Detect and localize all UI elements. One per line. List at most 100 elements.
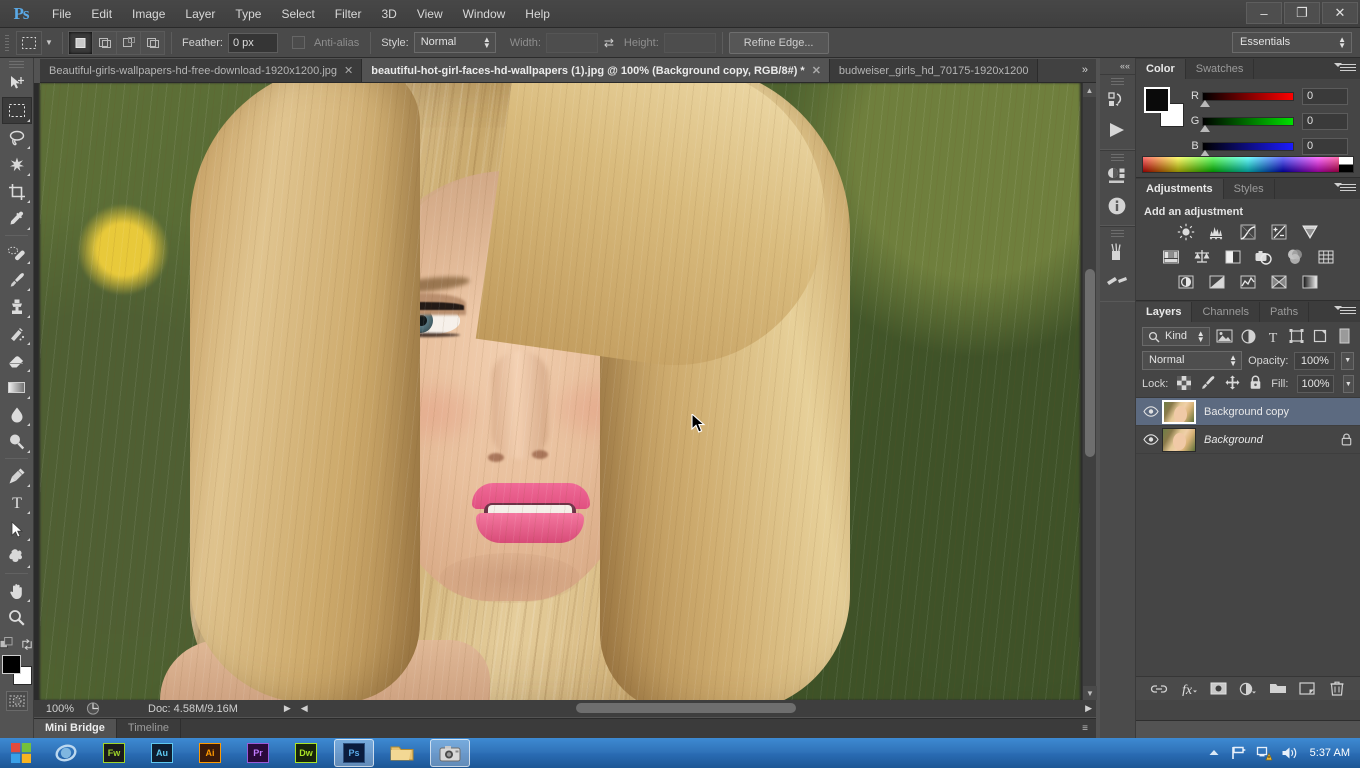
menu-3d[interactable]: 3D — [371, 2, 406, 26]
layer-row-background-copy[interactable]: Background copy — [1136, 398, 1360, 426]
taskbar-adobe-audition[interactable]: Au — [142, 739, 182, 767]
tab-adjustments[interactable]: Adjustments — [1136, 179, 1224, 199]
invert-icon[interactable] — [1175, 272, 1197, 292]
blue-value[interactable]: 0 — [1302, 137, 1348, 155]
document-tab-3[interactable]: budweiser_girls_hd_70175-1920x1200 — [829, 59, 1038, 82]
foreground-background-color-swatches[interactable] — [1, 655, 32, 685]
options-bar-grip[interactable] — [2, 32, 12, 54]
color-spectrum-ramp[interactable] — [1142, 156, 1354, 173]
panel-menu-icon[interactable] — [1334, 182, 1356, 195]
red-value[interactable]: 0 — [1302, 87, 1348, 105]
menu-select[interactable]: Select — [271, 2, 324, 26]
history-icon[interactable] — [1100, 85, 1134, 115]
subtract-from-selection-button[interactable] — [116, 30, 141, 55]
delete-layer-icon[interactable] — [1327, 679, 1347, 699]
actions-icon[interactable] — [1100, 115, 1134, 145]
layer-thumbnail[interactable] — [1162, 399, 1196, 424]
menu-image[interactable]: Image — [122, 2, 175, 26]
document-tab-2[interactable]: beautiful-hot-girl-faces-hd-wallpapers (… — [362, 59, 830, 82]
taskbar-adobe-dreamweaver[interactable]: Dw — [286, 739, 326, 767]
filter-smart-object-icon[interactable] — [1312, 327, 1330, 346]
blend-mode-select[interactable]: Normal ▲ ▼ — [1142, 351, 1243, 370]
tab-styles[interactable]: Styles — [1223, 179, 1275, 199]
hand-tool[interactable] — [2, 577, 32, 604]
network-flag-icon[interactable] — [1231, 745, 1247, 761]
gradient-map-icon[interactable] — [1299, 272, 1321, 292]
brightness-contrast-icon[interactable] — [1175, 222, 1197, 242]
fill-chevron-down-icon[interactable]: ▼ — [1342, 375, 1354, 393]
menu-help[interactable]: Help — [515, 2, 560, 26]
new-selection-button[interactable] — [68, 30, 93, 55]
hue-saturation-icon[interactable] — [1160, 247, 1182, 267]
width-input[interactable] — [545, 32, 598, 53]
scroll-up-icon[interactable]: ▲ — [1083, 83, 1096, 97]
selective-color-icon[interactable] — [1268, 272, 1290, 292]
layer-thumbnail[interactable] — [1162, 427, 1196, 452]
toolbox-grip[interactable] — [0, 58, 33, 70]
new-layer-icon[interactable] — [1297, 679, 1317, 699]
close-icon[interactable]: ✕ — [812, 64, 821, 77]
scroll-right-icon[interactable]: ▶ — [1085, 703, 1092, 714]
menu-filter[interactable]: Filter — [325, 2, 372, 26]
spot-healing-brush-tool[interactable] — [2, 239, 32, 266]
edit-in-quick-mask-mode-button[interactable] — [5, 691, 28, 711]
restore-button[interactable]: ❐ — [1284, 2, 1320, 24]
posterize-icon[interactable] — [1206, 272, 1228, 292]
horizontal-type-tool[interactable]: T — [2, 489, 32, 516]
brush-presets-icon[interactable] — [1100, 237, 1134, 267]
new-group-icon[interactable] — [1268, 679, 1288, 699]
clone-stamp-tool[interactable] — [2, 293, 32, 320]
tab-paths[interactable]: Paths — [1259, 302, 1310, 322]
tab-timeline[interactable]: Timeline — [116, 719, 182, 738]
lock-all-icon[interactable] — [1249, 375, 1262, 393]
swap-width-height-icon[interactable]: ⇄ — [598, 36, 620, 50]
history-brush-tool[interactable] — [2, 320, 32, 347]
minimize-button[interactable]: – — [1246, 2, 1282, 24]
layer-row-background[interactable]: Background — [1136, 426, 1360, 454]
taskbar-adobe-fireworks[interactable]: Fw — [94, 739, 134, 767]
threshold-icon[interactable] — [1237, 272, 1259, 292]
layer-name-background-copy[interactable]: Background copy — [1204, 406, 1354, 418]
menu-file[interactable]: File — [42, 2, 81, 26]
foreground-color-swatch[interactable] — [1144, 87, 1170, 113]
anti-alias-control[interactable]: Anti-alias — [291, 36, 364, 49]
taskbar-adobe-photoshop[interactable]: Ps — [334, 739, 374, 767]
pen-tool[interactable] — [2, 462, 32, 489]
menu-type[interactable]: Type — [225, 2, 271, 26]
image-canvas[interactable] — [34, 83, 1096, 717]
lock-position-icon[interactable] — [1225, 375, 1240, 393]
eraser-tool[interactable] — [2, 347, 32, 374]
close-icon[interactable]: ✕ — [344, 64, 353, 77]
layer-filter-kind-select[interactable]: Kind ▲ ▼ — [1142, 326, 1210, 346]
lasso-tool[interactable] — [2, 124, 32, 151]
style-select[interactable]: Normal ▲ ▼ — [413, 32, 496, 53]
current-tool-icon[interactable] — [16, 30, 42, 55]
rail-grip[interactable] — [1100, 153, 1135, 161]
menu-layer[interactable]: Layer — [175, 2, 225, 26]
rail-grip[interactable] — [1100, 77, 1135, 85]
taskbar-adobe-premiere[interactable]: Pr — [238, 739, 278, 767]
start-button[interactable] — [4, 739, 38, 767]
curves-icon[interactable] — [1237, 222, 1259, 242]
vibrance-icon[interactable] — [1299, 222, 1321, 242]
brush-panel-icon[interactable] — [1100, 267, 1134, 297]
blur-tool[interactable] — [2, 401, 32, 428]
height-input[interactable] — [663, 32, 716, 53]
rail-grip[interactable] — [1100, 229, 1135, 237]
taskbar-internet-explorer[interactable] — [46, 739, 86, 767]
black-and-white-icon[interactable] — [1222, 247, 1244, 267]
intersect-with-selection-button[interactable] — [140, 30, 165, 55]
anti-alias-checkbox[interactable] — [291, 36, 305, 49]
lock-transparent-pixels-icon[interactable] — [1177, 375, 1192, 393]
horizontal-scroll-thumb[interactable] — [576, 703, 796, 713]
add-to-selection-button[interactable] — [92, 30, 117, 55]
tab-mini-bridge[interactable]: Mini Bridge — [34, 719, 117, 738]
scroll-left-icon[interactable]: ◀ — [301, 703, 308, 714]
layer-filter-toggle[interactable] — [1336, 327, 1354, 346]
taskbar-screen-capture[interactable] — [430, 739, 470, 767]
taskbar-clock[interactable]: 5:37 AM — [1306, 747, 1350, 759]
opacity-chevron-down-icon[interactable]: ▼ — [1341, 351, 1354, 370]
taskbar-adobe-illustrator[interactable]: Ai — [190, 739, 230, 767]
move-tool[interactable] — [2, 70, 32, 97]
crop-tool[interactable] — [2, 178, 32, 205]
